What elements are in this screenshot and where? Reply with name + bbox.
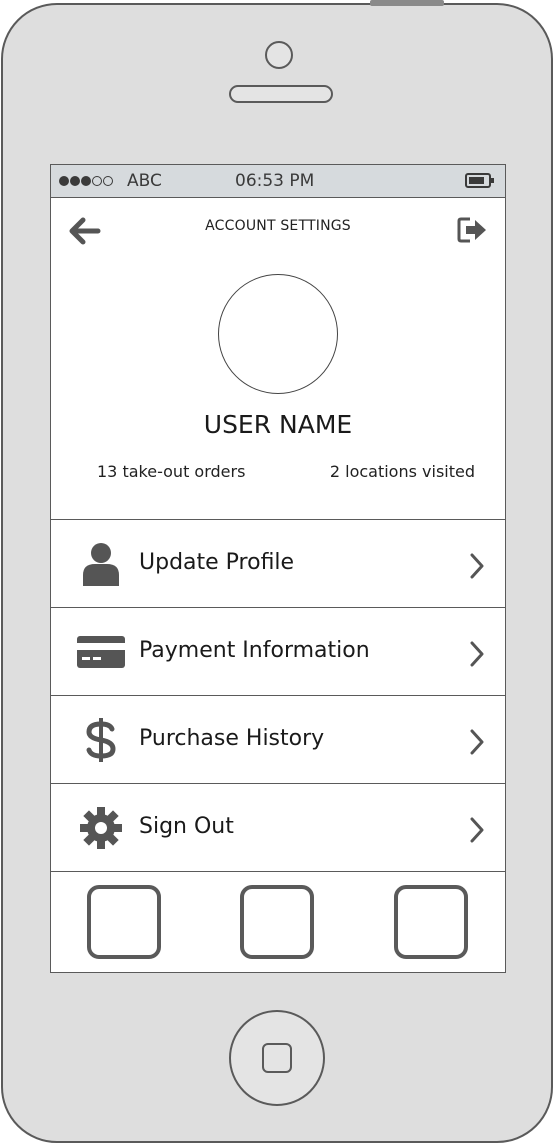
menu-item-label: Sign Out — [139, 814, 234, 839]
home-button[interactable] — [229, 1010, 325, 1106]
credit-card-icon — [77, 636, 125, 668]
orders-count: 13 take-out orders — [97, 462, 246, 481]
page-title: ACCOUNT SETTINGS — [205, 218, 351, 234]
menu-item-label: Purchase History — [139, 726, 325, 751]
home-square-icon — [262, 1043, 292, 1073]
sign-out-icon[interactable] — [457, 216, 489, 244]
menu-item-purchase-history[interactable]: Purchase History — [51, 696, 505, 784]
locations-count: 2 locations visited — [329, 462, 475, 481]
chevron-right-icon — [470, 729, 484, 755]
signal-icon — [59, 176, 113, 186]
menu-item-label: Update Profile — [139, 550, 295, 575]
battery-icon — [465, 173, 494, 188]
status-time: 06:53 PM — [235, 171, 315, 191]
carrier-name: ABC — [127, 171, 162, 191]
tab-button-3[interactable] — [394, 885, 468, 959]
chevron-right-icon — [470, 553, 484, 579]
settings-menu: Update Profile Payment Information Purch… — [51, 520, 505, 872]
menu-item-sign-out[interactable]: Sign Out — [51, 784, 505, 872]
user-icon — [83, 543, 119, 586]
tab-button-2[interactable] — [240, 885, 314, 959]
avatar[interactable] — [218, 274, 338, 394]
gear-icon — [80, 807, 122, 849]
tab-button-1[interactable] — [87, 885, 161, 959]
dollar-icon — [86, 718, 116, 762]
chevron-right-icon — [470, 817, 484, 843]
user-name: USER NAME — [203, 410, 353, 439]
menu-item-payment-information[interactable]: Payment Information — [51, 608, 505, 696]
chevron-right-icon — [470, 641, 484, 667]
profile-header: ACCOUNT SETTINGS USER NAME 13 take-out o… — [51, 198, 505, 520]
power-button — [370, 0, 444, 6]
speaker-grille — [229, 85, 333, 103]
phone-screen: ABC 06:53 PM ACCOUNT SETTINGS USER NAME … — [50, 164, 506, 973]
status-bar: ABC 06:53 PM — [51, 165, 505, 198]
menu-item-update-profile[interactable]: Update Profile — [51, 520, 505, 608]
camera-icon — [265, 41, 293, 69]
menu-item-label: Payment Information — [139, 638, 370, 663]
tab-bar — [51, 872, 505, 972]
